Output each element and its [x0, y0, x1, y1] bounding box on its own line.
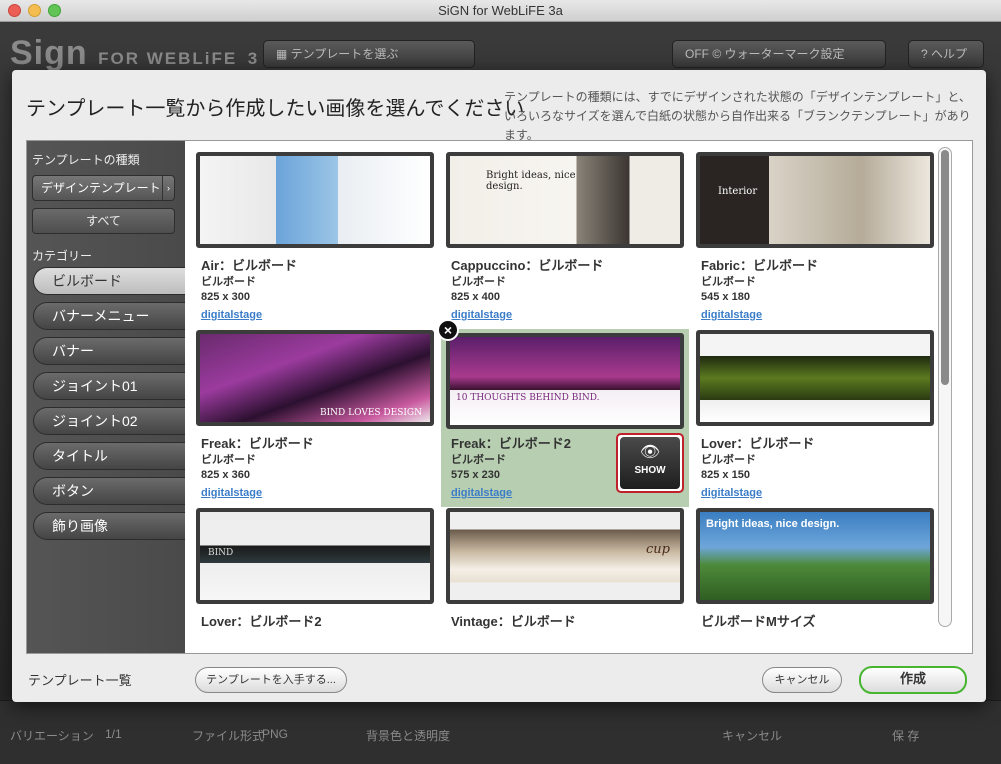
create-button[interactable]: 作成 — [859, 666, 967, 694]
template-grid: Air：ビルボード ビルボード 825 x 300 digitalstage B… — [185, 141, 955, 653]
bg-save-button[interactable]: 保 存 — [892, 727, 919, 744]
template-thumbnail[interactable]: cup — [446, 508, 684, 604]
app-logo: Sign FOR WEBLiFE 3 — [10, 34, 260, 72]
category-joint01[interactable]: ジョイント01 — [33, 372, 185, 400]
template-thumbnail[interactable] — [696, 330, 934, 426]
watermark-settings-button[interactable]: OFF © ウォーターマーク設定 — [672, 40, 886, 68]
template-thumbnail[interactable]: Interior — [696, 152, 934, 248]
author-link[interactable]: digitalstage — [451, 487, 512, 499]
scrollbar-thumb[interactable] — [941, 150, 949, 385]
window-minimize-button[interactable] — [28, 4, 41, 17]
variation-value[interactable]: 1/1 — [105, 727, 122, 741]
template-card-freak[interactable]: BIND LOVES DESIGN Freak：ビルボード ビルボード 825 … — [195, 329, 435, 505]
eye-icon: 👁 — [639, 444, 661, 461]
bg-transparency-label: 背景色と透明度 — [366, 729, 451, 743]
category-banner[interactable]: バナー — [33, 337, 185, 365]
grid-icon: ▦ — [276, 47, 291, 61]
window-close-button[interactable] — [8, 4, 21, 17]
template-type-select[interactable]: デザインテンプレート › — [32, 175, 175, 201]
window-titlebar: SiGN for WebLiFE 3a — [0, 0, 1001, 22]
all-button[interactable]: すべて — [32, 208, 175, 234]
template-card-vintage[interactable]: cup Vintage：ビルボード — [445, 507, 685, 653]
category-billboard[interactable]: ビルボード — [33, 267, 185, 295]
template-list-label: テンプレート一覧 — [28, 673, 132, 688]
close-icon[interactable]: × — [437, 319, 459, 341]
template-sidebar: テンプレートの種類 デザインテンプレート › すべて カテゴリー ビルボード バ… — [27, 141, 185, 653]
category-title[interactable]: タイトル — [33, 442, 185, 470]
author-link[interactable]: digitalstage — [201, 487, 262, 499]
window-title: SiGN for WebLiFE 3a — [438, 3, 563, 18]
template-select-button[interactable]: ▦ テンプレートを選ぶ — [263, 40, 475, 68]
bg-cancel-button[interactable]: キャンセル — [722, 727, 782, 744]
variation-label: バリエーション — [10, 729, 94, 743]
help-button[interactable]: ? ヘルプ — [908, 40, 984, 68]
background-footer: バリエーション 1/1 ファイル形式 PNG 背景色と透明度 キャンセル 保 存 — [0, 700, 1001, 764]
file-format-label: ファイル形式 — [192, 729, 265, 743]
template-card-air[interactable]: Air：ビルボード ビルボード 825 x 300 digitalstage — [195, 151, 435, 327]
grid-scrollbar[interactable] — [938, 147, 952, 627]
dialog-description: テンプレートの種類には、すでにデザインされた状態の「デザインテンプレート」と、い… — [504, 90, 971, 142]
template-card-fabric[interactable]: Interior Fabric：ビルボード ビルボード 545 x 180 di… — [695, 151, 935, 327]
template-card-billboard-m[interactable]: Bright ideas, nice design. ビルボードMサイズ — [695, 507, 935, 653]
help-icon: ? — [921, 47, 932, 61]
template-dialog: テンプレート一覧から作成したい画像を選んでください テンプレートの種類には、すで… — [12, 70, 986, 702]
category-decoration-image[interactable]: 飾り画像 — [33, 512, 185, 540]
template-thumbnail[interactable] — [196, 152, 434, 248]
template-card-cappuccino[interactable]: Bright ideas, nice design. Cappuccino：ビル… — [445, 151, 685, 327]
category-button[interactable]: ボタン — [33, 477, 185, 505]
window-zoom-button[interactable] — [48, 4, 61, 17]
template-card-lover[interactable]: Lover：ビルボード ビルボード 825 x 150 digitalstage — [695, 329, 935, 505]
template-panel: テンプレートの種類 デザインテンプレート › すべて カテゴリー ビルボード バ… — [26, 140, 973, 654]
category-heading: カテゴリー — [32, 249, 93, 263]
template-card-freak2-selected[interactable]: 10 THOUGHTS BEHIND BIND. Freak：ビルボード2 ビル… — [441, 329, 689, 507]
get-templates-button[interactable]: テンプレートを入手する... — [195, 667, 347, 693]
file-format-select[interactable]: PNG — [262, 727, 288, 741]
author-link[interactable]: digitalstage — [201, 309, 262, 321]
dialog-title: テンプレート一覧から作成したい画像を選んでください — [26, 98, 525, 120]
watermark-toggle[interactable]: OFF — [685, 47, 709, 61]
template-thumbnail[interactable]: Bright ideas, nice design. — [446, 152, 684, 248]
category-joint02[interactable]: ジョイント02 — [33, 407, 185, 435]
show-preview-button[interactable]: 👁 SHOW — [616, 433, 684, 493]
copyright-icon: © — [712, 47, 725, 61]
template-thumbnail[interactable]: 10 THOUGHTS BEHIND BIND. — [446, 333, 684, 429]
template-card-lover2[interactable]: BIND Lover：ビルボード2 — [195, 507, 435, 653]
author-link[interactable]: digitalstage — [451, 309, 512, 321]
category-banner-menu[interactable]: バナーメニュー — [33, 302, 185, 330]
template-type-heading: テンプレートの種類 — [32, 153, 140, 167]
template-thumbnail[interactable]: BIND LOVES DESIGN — [196, 330, 434, 426]
author-link[interactable]: digitalstage — [701, 487, 762, 499]
template-thumbnail[interactable]: BIND — [196, 508, 434, 604]
template-thumbnail[interactable]: Bright ideas, nice design. — [696, 508, 934, 604]
chevron-right-icon: › — [162, 176, 174, 200]
cancel-button[interactable]: キャンセル — [762, 667, 842, 693]
author-link[interactable]: digitalstage — [701, 309, 762, 321]
